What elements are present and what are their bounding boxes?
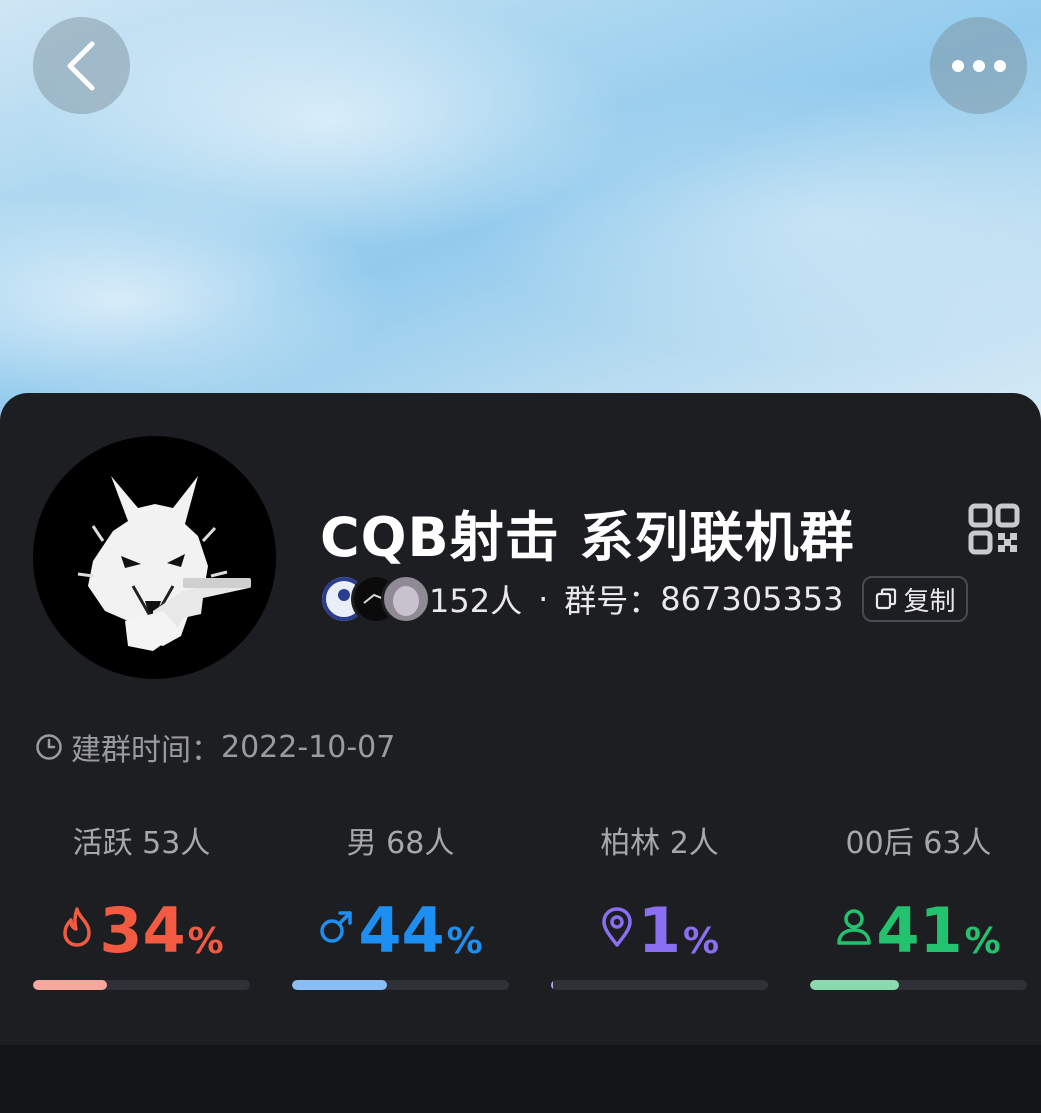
copy-label: 复制 (903, 586, 956, 617)
copy-icon (875, 588, 896, 610)
created-time-row: 建群时间： 2022-10-07 (35, 725, 395, 769)
group-name: CQB射击 系列联机群 (320, 506, 855, 569)
stat-label: 柏林 2人 (600, 826, 719, 861)
chevron-left-icon (67, 41, 94, 90)
stat-label: 00后 63人 (845, 826, 992, 861)
stat-value: 1 % (551, 892, 768, 962)
progress-fill (810, 980, 899, 990)
header-banner (0, 0, 1041, 430)
percent-sign: % (964, 921, 1001, 962)
wolf-logo-icon (77, 476, 251, 651)
member-count[interactable]: 152人 (429, 576, 522, 622)
created-label: 建群时间： (71, 733, 221, 768)
more-button[interactable] (930, 17, 1027, 114)
stat-percent: 44 (358, 894, 445, 967)
group-number-label: 群号： (564, 582, 661, 620)
progress-fill (292, 980, 388, 990)
group-info-card: CQB射击 系列联机群 152人 · 群号： 867305353 复制 建群时间… (0, 393, 1041, 1045)
back-button[interactable] (33, 17, 130, 114)
progress-bar-male (292, 980, 509, 990)
created-date: 2022-10-07 (221, 729, 396, 765)
stat-value: 44 % (292, 892, 509, 962)
more-horizontal-icon (951, 59, 1006, 72)
member-avatars[interactable] (319, 574, 431, 624)
separator-dot: · (538, 580, 549, 618)
stat-label: 活跃 53人 (72, 826, 211, 861)
stat-percent: 34 (99, 894, 186, 967)
stat-value: 41 % (810, 892, 1027, 962)
member-avatar (381, 574, 431, 624)
qr-code-icon[interactable] (968, 503, 1020, 555)
progress-bar-active (33, 980, 250, 990)
person-icon (837, 909, 872, 945)
group-avatar[interactable] (33, 436, 276, 679)
progress-fill (551, 980, 554, 990)
percent-sign: % (446, 921, 483, 962)
stat-location[interactable]: 柏林 2人 1 % (551, 818, 768, 962)
percent-sign: % (187, 921, 224, 962)
male-icon (320, 911, 353, 943)
location-pin-icon (602, 907, 632, 947)
stat-active[interactable]: 活跃 53人 34 % (33, 818, 250, 962)
progress-bar-age (810, 980, 1027, 990)
copy-button[interactable]: 复制 (861, 576, 968, 622)
stat-percent: 1 (637, 894, 682, 967)
group-info-row: 152人 · 群号： 867305353 复制 (319, 573, 968, 625)
percent-sign: % (683, 921, 720, 962)
stat-label: 男 68人 (346, 826, 455, 861)
stat-value: 34 % (33, 892, 250, 962)
fire-icon (63, 907, 92, 947)
progress-bar-location (551, 980, 768, 990)
stat-percent: 41 (876, 894, 963, 967)
stat-age[interactable]: 00后 63人 41 % (810, 818, 1027, 962)
group-number: 867305353 (660, 580, 844, 618)
clock-icon (36, 734, 62, 760)
stat-male[interactable]: 男 68人 44 % (292, 818, 509, 962)
progress-fill (33, 980, 107, 990)
